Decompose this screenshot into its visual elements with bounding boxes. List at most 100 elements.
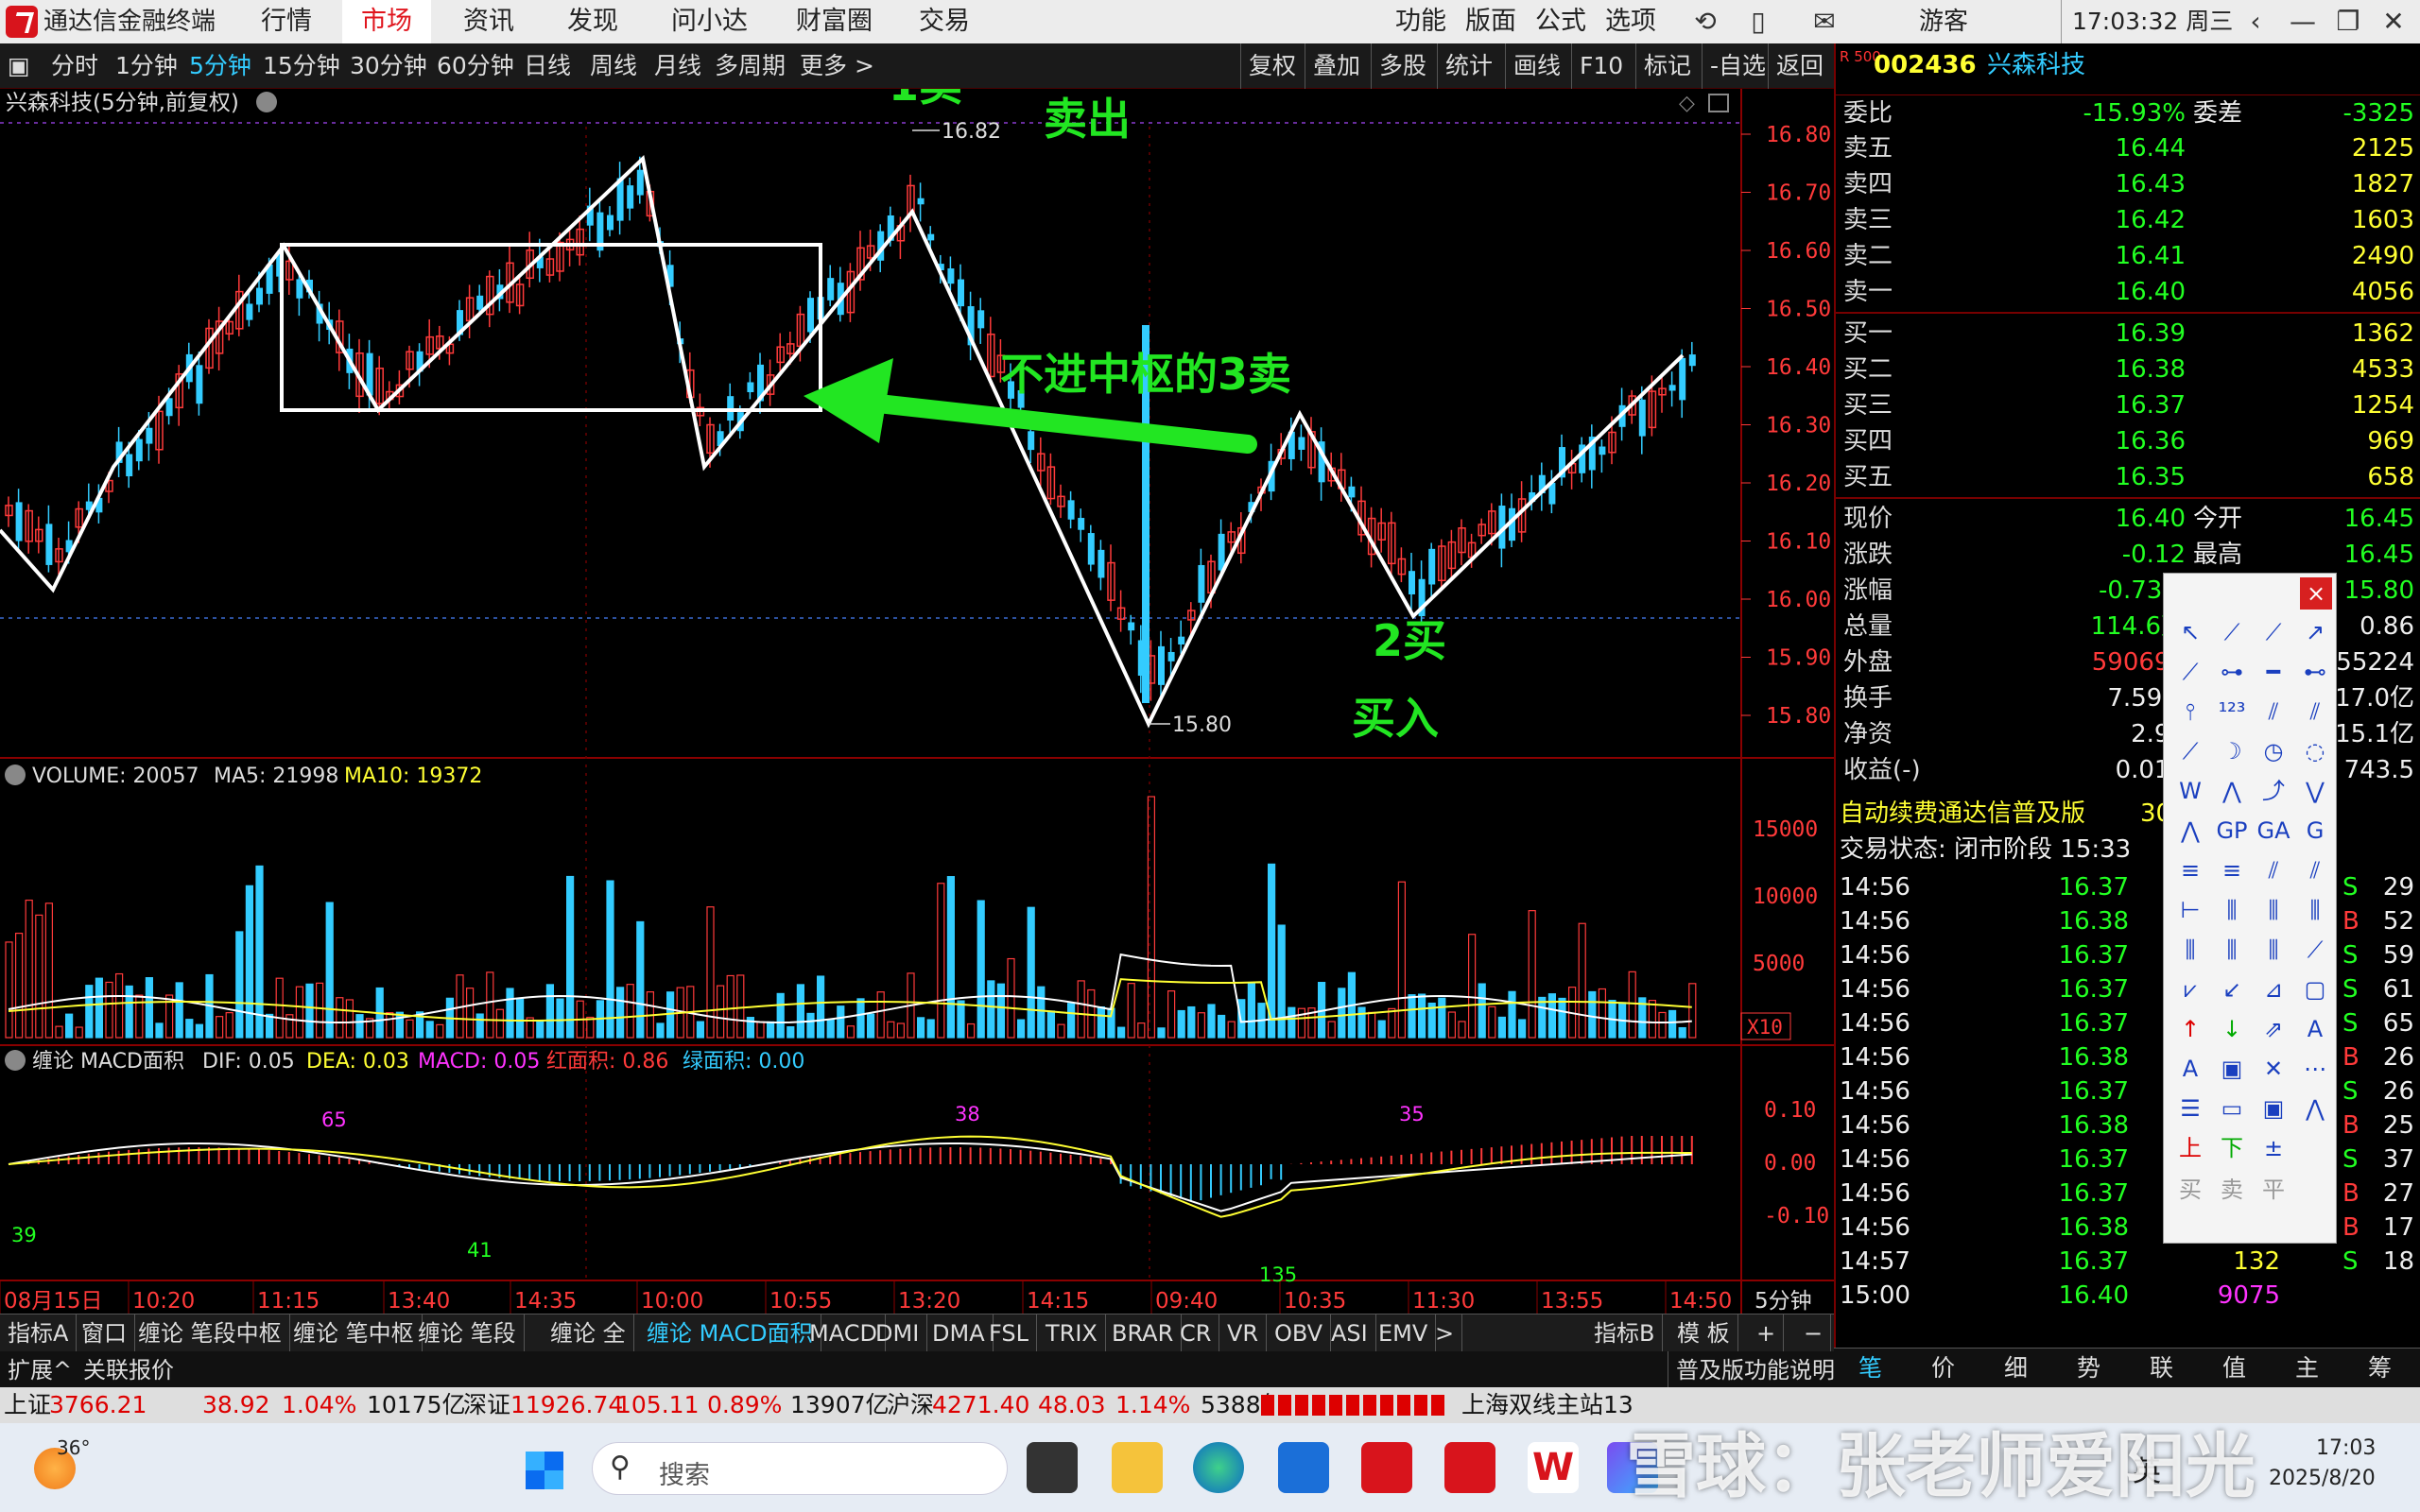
feature-notes[interactable]: 普及版功能说明 (1668, 1351, 1842, 1389)
indicator-tab[interactable]: OBV (1267, 1314, 1332, 1352)
period-1min[interactable]: 1分钟 (115, 43, 178, 89)
draw-tool-icon[interactable]: ± (2255, 1131, 2292, 1165)
btn-duogu[interactable]: 多股 (1371, 43, 1426, 89)
draw-tool-icon[interactable]: ⟋ (2171, 655, 2209, 689)
indicator-tab[interactable]: EMV (1371, 1314, 1437, 1352)
tab-extend[interactable]: 扩展^ (0, 1351, 79, 1389)
draw-tool-icon[interactable]: ⫽ (2296, 695, 2334, 729)
draw-tool-icon[interactable]: GP (2213, 814, 2251, 848)
draw-tool-icon[interactable]: W (2171, 774, 2209, 808)
btn-fuquan[interactable]: 复权 (1240, 43, 1296, 89)
user-label[interactable]: 游客 (1919, 6, 1968, 38)
tdx-app2-icon[interactable] (1444, 1442, 1495, 1493)
server-label[interactable]: 上海双线主站13 (1461, 1387, 1634, 1423)
draw-tool-icon[interactable]: ⋀ (2296, 1091, 2334, 1125)
draw-tool-icon[interactable]: A (2296, 1012, 2334, 1046)
draw-tool-icon[interactable]: ↗ (2296, 615, 2334, 649)
draw-tool-icon[interactable]: 下 (2213, 1131, 2251, 1165)
btn-huaxian[interactable]: 画线 (1505, 43, 1561, 89)
draw-tool-icon[interactable]: ⫽ (2296, 853, 2334, 887)
indicator-right-tab[interactable]: 模 板 (1669, 1314, 1738, 1352)
period-fenshi[interactable]: 分时 (51, 43, 98, 89)
kline-chart[interactable]: 兴森科技(5分钟,前复权) ◇ 16.80 16.70 16.60 16.50 16.4… (0, 89, 1834, 1314)
volume-dropdown-icon[interactable] (5, 765, 26, 785)
quote-tab[interactable]: 主 (2271, 1349, 2343, 1388)
draw-tool-icon[interactable]: ⫼ (2213, 933, 2251, 967)
draw-tool-icon[interactable]: ⊷ (2296, 655, 2334, 689)
period-month[interactable]: 月线 (654, 43, 701, 89)
toolbox-label[interactable]: 买 (2171, 1173, 2209, 1207)
draw-tool-icon[interactable]: 上 (2171, 1131, 2209, 1165)
draw-tool-icon[interactable]: ⫯ (2171, 695, 2209, 729)
menu-caifuquan[interactable]: 财富圈 (777, 0, 891, 43)
macd-dropdown-icon[interactable] (5, 1050, 26, 1071)
indicator-tab[interactable]: BRAR (1104, 1314, 1183, 1352)
edge-icon[interactable] (1193, 1442, 1244, 1493)
menu-wenxiaoda[interactable]: 问小达 (652, 0, 767, 43)
period-multi[interactable]: 多周期 (715, 43, 786, 89)
indicator-tab[interactable]: 缠论 MACD面积 (639, 1314, 821, 1352)
draw-tool-icon[interactable]: ⊢ (2171, 893, 2209, 927)
period-5min[interactable]: 5分钟 (189, 43, 251, 89)
draw-tool-icon[interactable]: ⇗ (2255, 1012, 2292, 1046)
indicator-tab[interactable]: 缠论 笔段 (410, 1314, 525, 1352)
indicator-tab[interactable]: ASI (1323, 1314, 1376, 1352)
btn-diejia[interactable]: 叠加 (1305, 43, 1360, 89)
quote-tab[interactable]: 笔 (1834, 1349, 1907, 1388)
store-icon[interactable] (1278, 1442, 1329, 1493)
draw-tool-icon[interactable]: ≡ (2171, 853, 2209, 887)
menu-faxian[interactable]: 发现 (548, 0, 637, 43)
draw-tool-icon[interactable]: ⊿ (2255, 972, 2292, 1006)
phone-icon[interactable]: ▯ (1739, 0, 1777, 43)
draw-tool-icon[interactable]: ☽ (2213, 734, 2251, 768)
diamond-icon[interactable]: ◇ (1679, 92, 1695, 115)
draw-tool-icon[interactable]: ☰ (2171, 1091, 2209, 1125)
draw-tool-icon[interactable]: ⩗ (2171, 972, 2209, 1006)
indicator-tab[interactable]: 缠论 全 (543, 1314, 634, 1352)
menu-hangqing[interactable]: 行情 (242, 0, 331, 43)
indicator-tab[interactable]: 缠论 笔中枢 (285, 1314, 423, 1352)
draw-tool-icon[interactable]: ⫼ (2213, 893, 2251, 927)
indicator-tab[interactable]: 指标A (0, 1314, 78, 1352)
quote-tab[interactable]: 势 (2052, 1349, 2125, 1388)
menu-jiaoyi[interactable]: 交易 (900, 0, 989, 43)
menu-zixun[interactable]: 资讯 (444, 0, 533, 43)
restore-icon[interactable]: ❐ (2329, 0, 2367, 43)
draw-tool-icon[interactable]: ▢ (2296, 972, 2334, 1006)
draw-tool-icon[interactable]: ↑ (2171, 1012, 2209, 1046)
quote-tab[interactable]: 细 (1979, 1349, 2052, 1388)
draw-tool-icon[interactable]: ▣ (2255, 1091, 2292, 1125)
draw-tool-icon[interactable]: ↙ (2213, 972, 2251, 1006)
draw-tool-icon[interactable]: ⫼ (2296, 893, 2334, 927)
taskbar-date[interactable]: 2025/8/20 (2269, 1467, 2376, 1490)
period-more[interactable]: 更多 > (800, 43, 874, 89)
draw-tool-icon[interactable]: ⫽ (2255, 695, 2292, 729)
draw-tool-icon[interactable]: ⋀ (2171, 814, 2209, 848)
indicator-right-tab[interactable]: 指标B (1586, 1314, 1664, 1352)
quote-tab[interactable]: 联 (2125, 1349, 2198, 1388)
windows-start-icon[interactable] (526, 1452, 563, 1489)
draw-tool-icon[interactable]: ▣ (2213, 1052, 2251, 1086)
wps-icon[interactable]: W (1528, 1442, 1579, 1493)
tdx-app-icon[interactable] (1361, 1442, 1412, 1493)
period-day[interactable]: 日线 (524, 43, 571, 89)
refresh-icon[interactable]: ⟲ (1686, 0, 1724, 43)
menu-xuanxiang[interactable]: 选项 (1586, 0, 1675, 43)
indicator-tab[interactable]: 缠论 笔段中枢 (130, 1314, 290, 1352)
indicator-tab[interactable]: TRIX (1038, 1314, 1106, 1352)
draw-tool-icon[interactable]: ⫼ (2255, 933, 2292, 967)
period-30min[interactable]: 30分钟 (350, 43, 427, 89)
btn-f10[interactable]: F10 (1571, 43, 1623, 89)
draw-tool-icon[interactable]: ⊶ (2213, 655, 2251, 689)
minimize-icon[interactable]: — (2284, 0, 2322, 43)
btn-zixuan[interactable]: -自选 (1702, 43, 1766, 89)
draw-tool-icon[interactable]: ━ (2255, 655, 2292, 689)
btn-fanhui[interactable]: 返回 (1768, 43, 1824, 89)
draw-tool-icon[interactable]: ≡ (2213, 853, 2251, 887)
indicator-tab[interactable]: FSL (981, 1314, 1037, 1352)
indicator-tab[interactable]: > (1427, 1314, 1463, 1352)
indicator-tab[interactable]: 窗口 (74, 1314, 135, 1352)
draw-tool-icon[interactable]: ⟋ (2213, 615, 2251, 649)
quote-tab[interactable]: 价 (1907, 1349, 1979, 1388)
draw-tool-icon[interactable]: ✕ (2255, 1052, 2292, 1086)
